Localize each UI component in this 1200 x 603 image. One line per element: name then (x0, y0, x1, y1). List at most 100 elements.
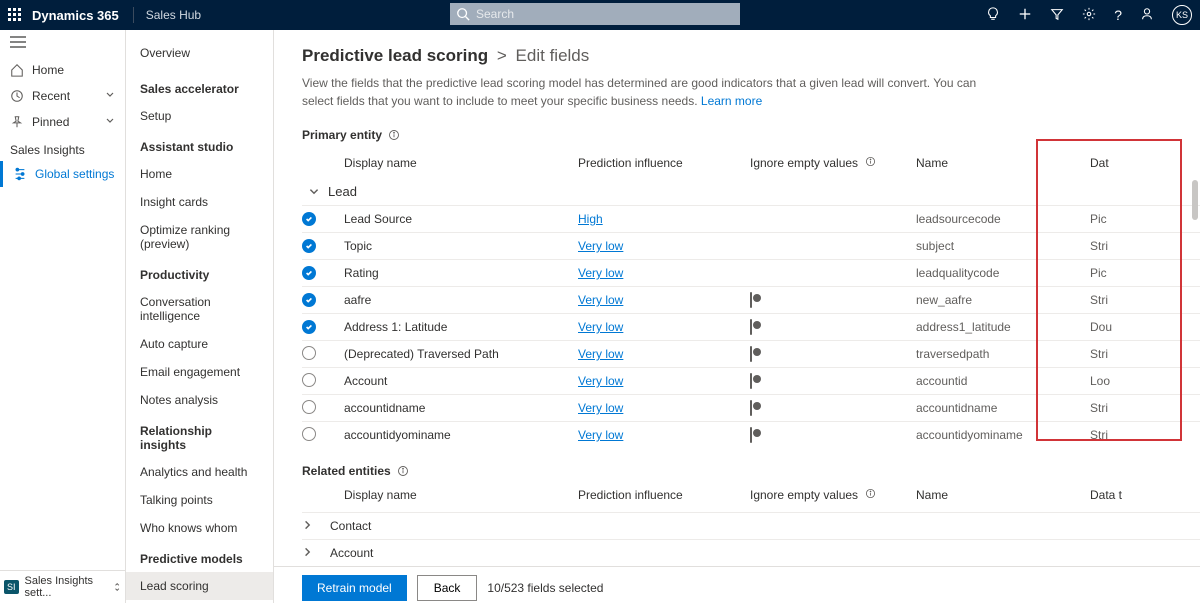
row-influence-link[interactable]: Very low (578, 320, 750, 334)
row-influence-link[interactable]: Very low (578, 347, 750, 361)
retrain-button[interactable]: Retrain model (302, 575, 407, 601)
chevron-right-icon (302, 546, 330, 561)
chevron-down-icon (105, 89, 115, 103)
group-row-lead[interactable]: Lead (302, 180, 1200, 205)
table-row[interactable]: accountidyominameVery lowaccountidyomina… (302, 421, 1200, 448)
avatar[interactable]: KS (1172, 5, 1192, 25)
learn-more-link[interactable]: Learn more (701, 94, 762, 108)
secondnav-group-title: Assistant studio (126, 130, 273, 160)
breadcrumb-leaf: Edit fields (516, 46, 590, 65)
primary-table: Display name Prediction influence Ignore… (274, 142, 1200, 448)
secondnav-item[interactable]: Auto capture (126, 330, 273, 358)
rcol-ignore: Ignore empty values (750, 488, 858, 502)
ignore-toggle[interactable] (750, 347, 916, 361)
lightbulb-icon[interactable] (986, 7, 1000, 24)
secondnav-item[interactable]: Lead scoring (126, 572, 273, 600)
ignore-toggle[interactable] (750, 428, 916, 442)
row-influence-link[interactable]: High (578, 212, 750, 226)
row-influence-link[interactable]: Very low (578, 374, 750, 388)
info-icon[interactable] (865, 488, 876, 499)
table-row[interactable]: Address 1: LatitudeVery lowaddress1_lati… (302, 313, 1200, 340)
secondnav-item[interactable]: Notes analysis (126, 386, 273, 414)
vertical-scrollbar[interactable] (1192, 180, 1198, 220)
secondnav-item[interactable]: Talking points (126, 486, 273, 514)
footer-bar: Retrain model Back 10/523 fields selecte… (274, 566, 1200, 603)
row-influence-link[interactable]: Very low (578, 428, 750, 442)
hamburger-icon[interactable] (0, 30, 125, 57)
nav-global-settings[interactable]: Global settings (0, 161, 125, 187)
secondnav-item[interactable]: Conversation intelligence (126, 288, 273, 330)
row-checkbox[interactable] (302, 212, 330, 226)
related-table: Display name Prediction influence Ignore… (274, 478, 1200, 566)
row-checkbox[interactable] (302, 400, 330, 417)
secondnav-group-title: Sales accelerator (126, 72, 273, 102)
secondnav-item[interactable]: Optimize ranking (preview) (126, 216, 273, 258)
table-row[interactable]: (Deprecated) Traversed PathVery lowtrave… (302, 340, 1200, 367)
info-icon[interactable] (388, 129, 400, 141)
table-row[interactable]: AccountVery lowaccountidLoo (302, 367, 1200, 394)
info-icon[interactable] (865, 156, 876, 167)
secondnav-overview[interactable]: Overview (126, 40, 273, 72)
chevron-right-icon (302, 519, 330, 534)
filter-icon[interactable] (1050, 7, 1064, 24)
ignore-toggle[interactable] (750, 320, 916, 334)
ignore-toggle[interactable] (750, 374, 916, 388)
secondnav-item[interactable]: Home (126, 160, 273, 188)
table-row[interactable]: aafreVery lownew_aafreStri (302, 286, 1200, 313)
table-row[interactable]: TopicVery lowsubjectStri (302, 232, 1200, 259)
group-name-label: Lead (328, 184, 357, 199)
row-checkbox[interactable] (302, 293, 330, 307)
table-row[interactable]: RatingVery lowleadqualitycodePic (302, 259, 1200, 286)
second-nav: Overview Sales acceleratorSetupAssistant… (126, 30, 274, 603)
primary-entity-text: Primary entity (302, 128, 382, 142)
row-checkbox[interactable] (302, 427, 330, 444)
row-checkbox[interactable] (302, 373, 330, 390)
ignore-toggle[interactable] (750, 293, 916, 307)
nav-home[interactable]: Home (0, 57, 125, 83)
secondnav-item[interactable]: Insight cards (126, 188, 273, 216)
row-displayname: Rating (330, 266, 578, 280)
row-checkbox[interactable] (302, 346, 330, 363)
col-display: Display name (330, 156, 578, 170)
row-checkbox[interactable] (302, 239, 330, 253)
row-checkbox[interactable] (302, 266, 330, 280)
related-group-row[interactable]: Contact (302, 512, 1200, 539)
assistant-icon[interactable] (1140, 7, 1154, 24)
row-influence-link[interactable]: Very low (578, 293, 750, 307)
nav-pinned[interactable]: Pinned (0, 109, 125, 135)
chevron-down-icon (105, 115, 115, 129)
secondnav-item[interactable]: Email engagement (126, 358, 273, 386)
row-checkbox[interactable] (302, 320, 330, 334)
info-icon[interactable] (397, 465, 409, 477)
nav-home-label: Home (32, 63, 64, 77)
nav-recent[interactable]: Recent (0, 83, 125, 109)
related-group-row[interactable]: Account (302, 539, 1200, 566)
secondnav-item[interactable]: Setup (126, 102, 273, 130)
back-button[interactable]: Back (417, 575, 478, 601)
nav-section-label: Sales Insights (0, 135, 125, 161)
plus-icon[interactable] (1018, 7, 1032, 24)
help-icon[interactable]: ? (1114, 7, 1122, 23)
nav-global-label: Global settings (35, 167, 114, 181)
row-influence-link[interactable]: Very low (578, 401, 750, 415)
row-datatype: Stri (1090, 293, 1148, 307)
table-row[interactable]: Lead SourceHighleadsourcecodePic (302, 205, 1200, 232)
search-input[interactable] (450, 3, 740, 25)
selection-count: 10/523 fields selected (487, 581, 603, 595)
left-nav: Home Recent Pinned Sales Insights Global… (0, 30, 126, 603)
table-row[interactable]: accountidnameVery lowaccountidnameStri (302, 394, 1200, 421)
row-name: new_aafre (916, 293, 1090, 307)
chevron-updown-icon (113, 581, 121, 593)
related-entities-label: Related entities (274, 460, 1200, 478)
row-influence-link[interactable]: Very low (578, 239, 750, 253)
secondnav-item[interactable]: Analytics and health (126, 458, 273, 486)
si-badge-icon: SI (4, 580, 19, 594)
search-wrap (450, 3, 740, 25)
gear-icon[interactable] (1082, 7, 1096, 24)
waffle-icon[interactable] (8, 8, 22, 22)
row-influence-link[interactable]: Very low (578, 266, 750, 280)
area-switcher[interactable]: SI Sales Insights sett... (0, 570, 125, 603)
secondnav-item[interactable]: Who knows whom (126, 514, 273, 542)
breadcrumb: Predictive lead scoring > Edit fields (274, 30, 1200, 72)
ignore-toggle[interactable] (750, 401, 916, 415)
